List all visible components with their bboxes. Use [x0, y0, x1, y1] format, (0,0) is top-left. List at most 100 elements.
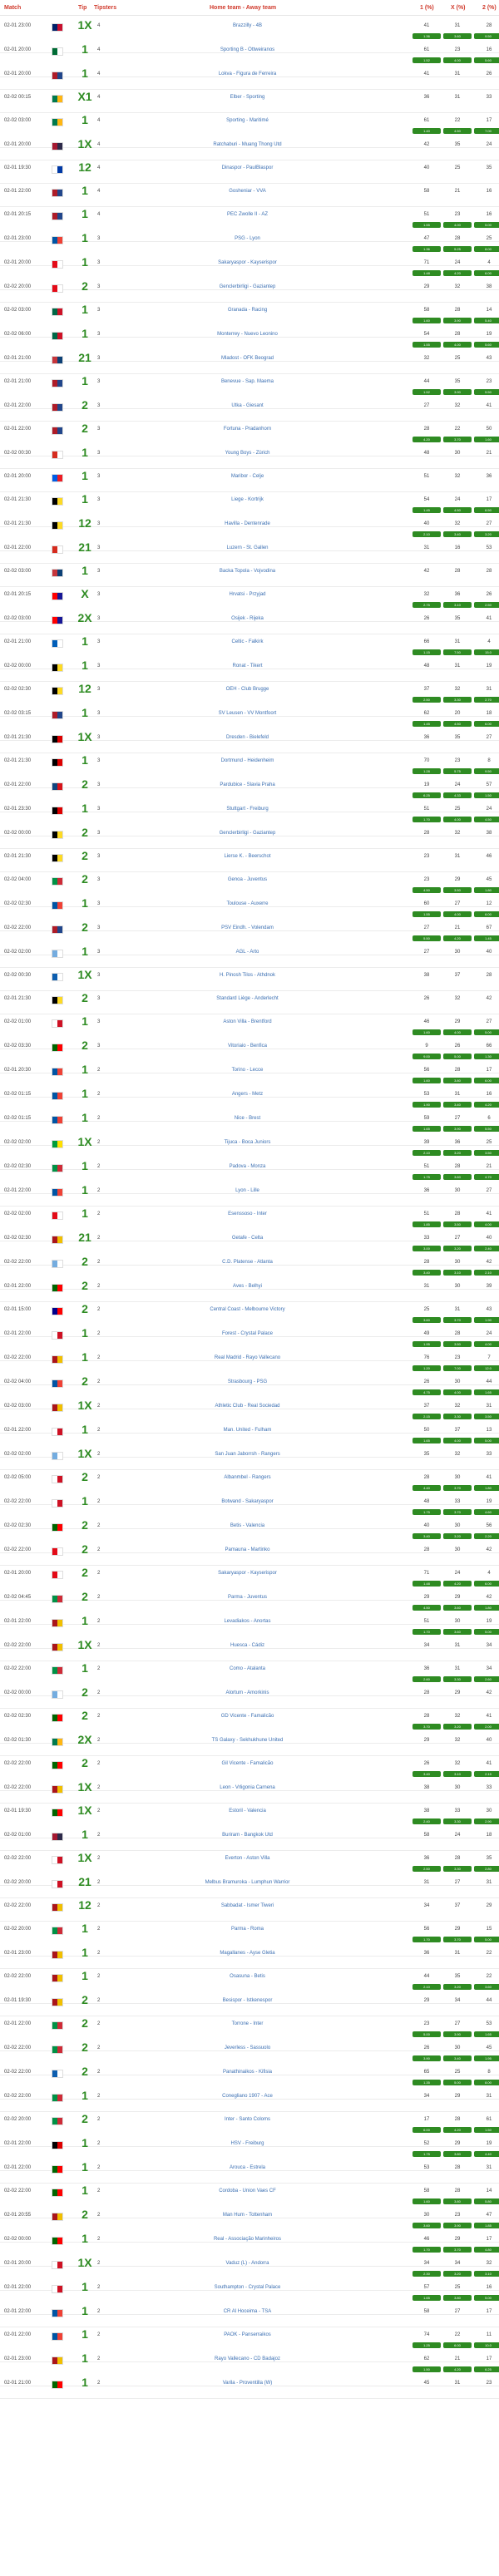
odds-chip[interactable]: 3.60	[474, 1984, 499, 1990]
odds-chip[interactable]: 1.70	[413, 1937, 441, 1942]
odds-chip[interactable]: 1.50	[474, 792, 499, 798]
odds-chip[interactable]: 8.00	[474, 2080, 499, 2085]
table-row[interactable]: 02-02 22:00 12 2 Sabbadat - Ismer Tiweri…	[0, 1896, 499, 1922]
match-teams-link[interactable]: HSV - Freiburg	[175, 2141, 320, 2146]
match-teams-link[interactable]: Ronat - Tikert	[175, 664, 320, 669]
match-teams-link[interactable]: Parma - Roma	[175, 1927, 320, 1932]
odds-chip[interactable]: 5.00	[474, 1937, 499, 1942]
table-row[interactable]: 02-02 03:00 2X 3 Osijek - Rijeka 26 35 4…	[0, 609, 499, 634]
match-teams-link[interactable]: Southampton - Crystal Palace	[175, 2285, 320, 2290]
odds-chip[interactable]: 4.50	[413, 1605, 441, 1611]
match-teams-link[interactable]: TS Galaxy - Sekhukhune United	[175, 1738, 320, 1743]
table-row[interactable]: 02-01 22:00 2 3 Utka - Giesant 27 32 41	[0, 396, 499, 422]
odds-chip[interactable]: 1.75	[413, 1509, 441, 1515]
match-teams-link[interactable]: CR Al Hoceima - TSA	[175, 2309, 320, 2314]
match-teams-link[interactable]: Ratchaburi - Muang Thong Utd	[175, 142, 320, 147]
match-teams-link[interactable]: Inter - Santo Coloms	[175, 2117, 320, 2122]
odds-chip[interactable]: 2.70	[474, 697, 499, 703]
odds-chip[interactable]: 3.10	[474, 2271, 499, 2277]
match-teams-link[interactable]: PEC Zwolle II - AZ	[175, 212, 320, 217]
odds-chip[interactable]: 4.00	[443, 57, 472, 63]
table-row[interactable]: 02-01 23:00 1 2 Magallanes - Ayse Gletia…	[0, 1943, 499, 1969]
odds-chip[interactable]: 3.70	[443, 1317, 472, 1323]
match-teams-link[interactable]: Albanmbel - Rangers	[175, 1475, 320, 1480]
odds-chip[interactable]: 2.60	[413, 1676, 441, 1682]
match-teams-link[interactable]: Sporting B - Ottweiranos	[175, 47, 320, 52]
table-row[interactable]: 02-02 22:00 1X 2 Huesca - Cádiz 34 31 34	[0, 1636, 499, 1661]
match-teams-link[interactable]: Sporting - Maritimé	[175, 118, 320, 123]
match-teams-link[interactable]: Mladost - OFK Beograd	[175, 356, 320, 361]
odds-chip[interactable]: 1.85	[413, 1221, 441, 1227]
table-row[interactable]: 02-01 22:00 1 2 CR Al Hoceima - TSA 58 2…	[0, 2302, 499, 2327]
odds-chip[interactable]: 4.00	[443, 1438, 472, 1443]
odds-chip[interactable]: 4.40	[474, 2151, 499, 2157]
odds-chip[interactable]: 1.60	[413, 1029, 441, 1035]
odds-chip[interactable]: 2.50	[474, 602, 499, 608]
match-teams-link[interactable]: Fortuna - Pradanhorn	[175, 427, 320, 432]
match-teams-link[interactable]: Central Coast - Melbourne Victory	[175, 1307, 320, 1312]
odds-chip[interactable]: 3.10	[443, 602, 472, 608]
odds-chip[interactable]: 5.00	[474, 1438, 499, 1443]
odds-chip[interactable]: 6.00	[474, 1581, 499, 1587]
match-teams-link[interactable]: OEH - Club Brugge	[175, 687, 320, 692]
odds-chip[interactable]: 1.80	[474, 1485, 499, 1491]
odds-chip[interactable]: 4.20	[443, 2366, 472, 2372]
match-teams-link[interactable]: Angers - Metz	[175, 1092, 320, 1097]
odds-chip[interactable]: 3.90	[443, 1126, 472, 1132]
match-teams-link[interactable]: C.D. Platense - Atlanta	[175, 1260, 320, 1265]
odds-chip[interactable]: 6.00	[474, 1078, 499, 1083]
odds-chip[interactable]: 4.80	[474, 2247, 499, 2253]
odds-chip[interactable]: 4.20	[443, 2127, 472, 2133]
odds-chip[interactable]: 4.00	[443, 911, 472, 917]
odds-chip[interactable]: 3.00	[413, 1246, 441, 1251]
header-1[interactable]: 1 (%)	[420, 5, 434, 11]
odds-chip[interactable]: 4.00	[443, 1389, 472, 1395]
table-row[interactable]: 02-01 19:30 12 4 Dinaspor - PaulBlaspor …	[0, 158, 499, 184]
odds-chip[interactable]: 3.20	[443, 1150, 472, 1156]
odds-chip[interactable]: 3.40	[443, 1102, 472, 1108]
match-teams-link[interactable]: Sakaryaspor - Kayserispor	[175, 1571, 320, 1576]
odds-chip[interactable]: 2.60	[474, 1676, 499, 1682]
table-row[interactable]: 02-01 20:00 1 4 Lokva - Figura de Ferrei…	[0, 64, 499, 90]
odds-chip[interactable]: 1.95	[413, 1341, 441, 1347]
table-row[interactable]: 02-01 22:00 1 4 Gosheniar - VVA 58 21 16	[0, 181, 499, 207]
match-teams-link[interactable]: Leon - Vrligonia Carnena	[175, 1785, 320, 1790]
table-row[interactable]: 02-02 20:00 21 2 Melbus Bramuroka - Lump…	[0, 1873, 499, 1898]
table-row[interactable]: 02-02 01:30 2X 2 TS Galaxy - Sekhukhune …	[0, 1730, 499, 1756]
odds-chip[interactable]: 10.0	[474, 2342, 499, 2348]
table-row[interactable]: 02-02 00:15 X1 4 Elber - Sporting 36 31 …	[0, 87, 499, 113]
odds-chip[interactable]: 5.80	[474, 2198, 499, 2204]
match-teams-link[interactable]: Esenssoso - Inter	[175, 1212, 320, 1216]
odds-chip[interactable]: 5.50	[474, 389, 499, 395]
odds-chip[interactable]: 3.20	[474, 531, 499, 537]
odds-chip[interactable]: 4.20	[413, 437, 441, 442]
match-teams-link[interactable]: Levadiakos - Anortas	[175, 1619, 320, 1624]
odds-chip[interactable]: 3.70	[443, 2247, 472, 2253]
odds-chip[interactable]: 6.25	[474, 2366, 499, 2372]
match-teams-link[interactable]: Estoril - Valencia	[175, 1809, 320, 1814]
odds-chip[interactable]: 3.10	[443, 1270, 472, 1276]
odds-chip[interactable]: 3.70	[443, 437, 472, 442]
match-teams-link[interactable]: Stuttgart - Freiburg	[175, 807, 320, 812]
odds-chip[interactable]: 3.90	[443, 2223, 472, 2228]
match-teams-link[interactable]: Vaduz (L) - Andorra	[175, 2261, 320, 2266]
table-row[interactable]: 02-01 22:00 1 2 Lyon - Lille 36 30 27	[0, 1181, 499, 1207]
odds-chip[interactable]: 1.75	[413, 2151, 441, 2157]
odds-chip[interactable]: 2.15	[474, 1771, 499, 1777]
match-teams-link[interactable]: Sabbadat - Ismer Tiweri	[175, 1903, 320, 1908]
match-teams-link[interactable]: Maribor - Celje	[175, 474, 320, 479]
odds-chip[interactable]: 3.50	[474, 1150, 499, 1156]
header-tip[interactable]: Tip	[78, 5, 86, 11]
table-row[interactable]: 02-01 22:00 21 3 Luzern - St. Gallen 31 …	[0, 538, 499, 564]
odds-chip[interactable]: 6.00	[413, 2127, 441, 2133]
match-teams-link[interactable]: Real Madrid - Rayo Vallecano	[175, 1355, 320, 1360]
odds-chip[interactable]: 5.60	[474, 342, 499, 348]
odds-chip[interactable]: 1.20	[413, 1365, 441, 1371]
odds-chip[interactable]: 4.50	[443, 721, 472, 727]
odds-chip[interactable]: 1.25	[413, 2342, 441, 2348]
match-teams-link[interactable]: Luzern - St. Gallen	[175, 545, 320, 550]
table-row[interactable]: 02-02 22:00 2 2 Pamauna - Martinko 28 30…	[0, 1540, 499, 1566]
odds-chip[interactable]: 3.40	[413, 1771, 441, 1777]
odds-chip[interactable]: 4.00	[443, 1029, 472, 1035]
match-teams-link[interactable]: GD Vicente - Famalicão	[175, 1714, 320, 1719]
